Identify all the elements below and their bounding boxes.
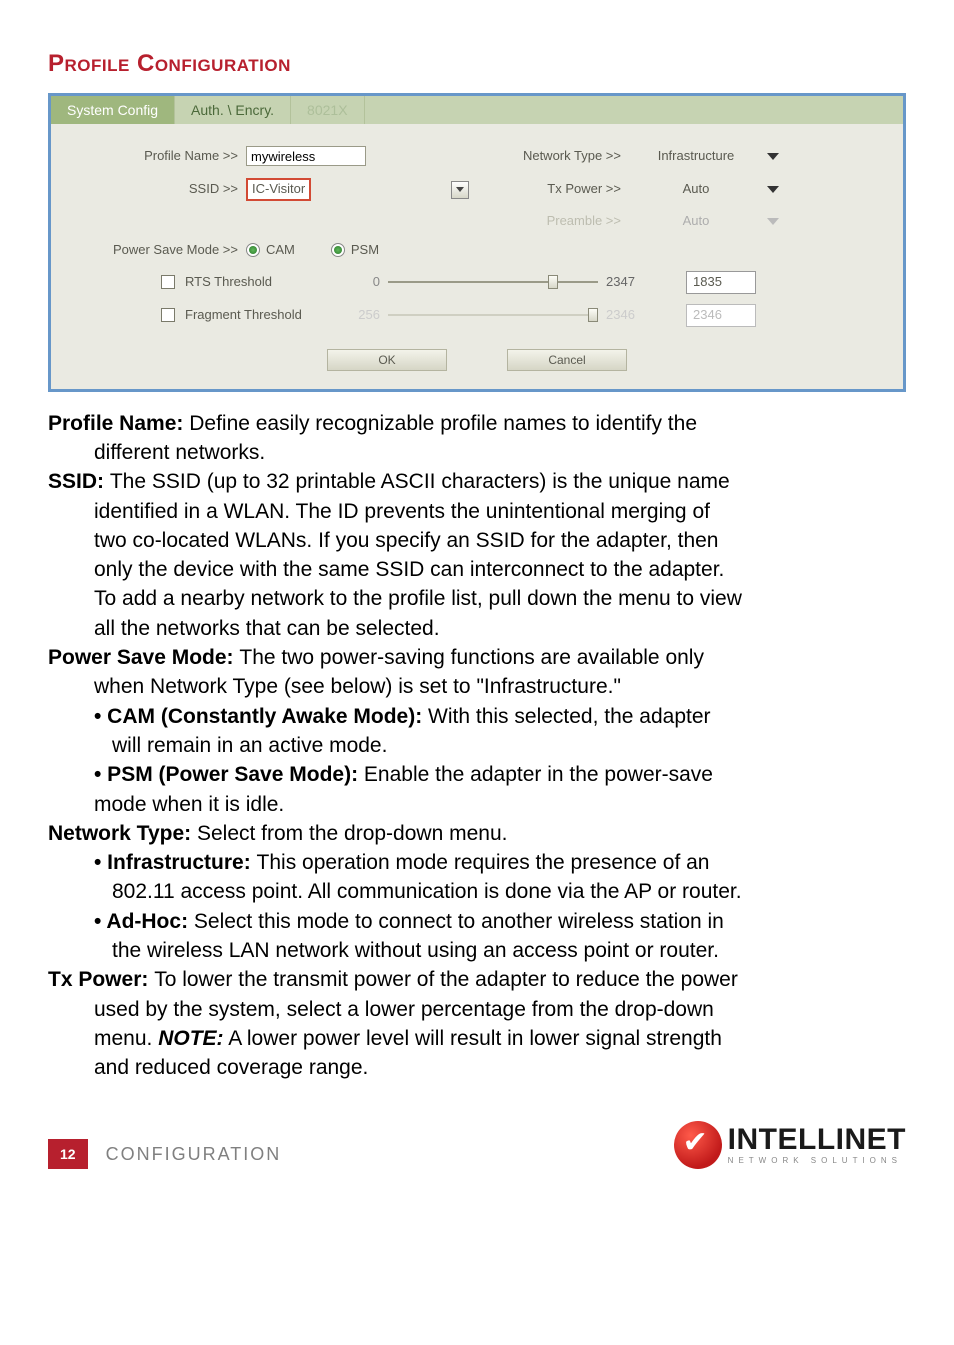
tab-auth-encry[interactable]: Auth. \ Encry. bbox=[175, 96, 291, 124]
frag-min: 256 bbox=[340, 307, 380, 324]
logo-subtext: NETWORK SOLUTIONS bbox=[728, 1157, 906, 1165]
frag-checkbox[interactable] bbox=[161, 308, 175, 322]
frag-value: 2346 bbox=[686, 304, 756, 327]
rts-slider[interactable] bbox=[388, 281, 598, 283]
cam-radio-label: CAM bbox=[266, 242, 295, 259]
cam-radio[interactable] bbox=[246, 243, 260, 257]
power-save-label: Power Save Mode >> bbox=[81, 242, 246, 259]
tab-bar: System Config Auth. \ Encry. 8021X bbox=[51, 96, 903, 124]
chevron-down-icon bbox=[767, 218, 779, 225]
preamble-value: Auto bbox=[641, 213, 751, 230]
tab-system-config[interactable]: System Config bbox=[51, 96, 175, 124]
rts-min: 0 bbox=[340, 274, 380, 291]
term-psm: Power Save Mode: bbox=[48, 646, 239, 669]
tab-8021x: 8021X bbox=[291, 96, 364, 124]
page-footer: 12 CONFIGURATION INTELLINET NETWORK SOLU… bbox=[48, 1121, 906, 1169]
footer-section: CONFIGURATION bbox=[106, 1143, 282, 1166]
rts-row: RTS Threshold 0 2347 1835 bbox=[161, 271, 873, 294]
term-ssid: SSID: bbox=[48, 470, 110, 493]
rts-value[interactable]: 1835 bbox=[686, 271, 756, 294]
check-icon bbox=[674, 1121, 722, 1169]
rts-label: RTS Threshold bbox=[185, 274, 340, 291]
frag-max: 2346 bbox=[606, 307, 656, 324]
psm-radio[interactable] bbox=[331, 243, 345, 257]
term-network-type: Network Type: bbox=[48, 822, 197, 845]
profile-name-label: Profile Name >> bbox=[81, 148, 246, 165]
frag-slider bbox=[388, 314, 598, 316]
term-profile-name: Profile Name: bbox=[48, 412, 189, 435]
rts-checkbox[interactable] bbox=[161, 275, 175, 289]
network-type-value[interactable]: Infrastructure bbox=[641, 148, 751, 165]
frag-row: Fragment Threshold 256 2346 2346 bbox=[161, 304, 873, 327]
ssid-input[interactable]: IC-Visitor bbox=[246, 178, 311, 201]
tx-power-value[interactable]: Auto bbox=[641, 181, 751, 198]
ok-button[interactable]: OK bbox=[327, 349, 447, 371]
brand-logo: INTELLINET NETWORK SOLUTIONS bbox=[674, 1121, 906, 1169]
preamble-label: Preamble >> bbox=[511, 213, 641, 230]
description-text: Profile Name: Define easily recognizable… bbox=[48, 410, 906, 1082]
frag-label: Fragment Threshold bbox=[185, 307, 340, 324]
config-panel: System Config Auth. \ Encry. 8021X Profi… bbox=[48, 93, 906, 391]
chevron-down-icon[interactable] bbox=[767, 186, 779, 193]
term-tx-power: Tx Power: bbox=[48, 968, 154, 991]
network-type-label: Network Type >> bbox=[511, 148, 641, 165]
logo-text: INTELLINET bbox=[728, 1125, 906, 1155]
tx-power-label: Tx Power >> bbox=[511, 181, 641, 198]
chevron-down-icon[interactable] bbox=[767, 153, 779, 160]
page-number-badge: 12 bbox=[48, 1139, 88, 1169]
slider-thumb[interactable] bbox=[548, 275, 558, 289]
ssid-dropdown-icon[interactable] bbox=[451, 181, 469, 199]
psm-radio-label: PSM bbox=[351, 242, 379, 259]
slider-thumb bbox=[588, 308, 598, 322]
profile-name-input[interactable] bbox=[246, 146, 366, 166]
page-title: Profile Configuration bbox=[48, 48, 906, 79]
ssid-label: SSID >> bbox=[81, 181, 246, 198]
cancel-button[interactable]: Cancel bbox=[507, 349, 627, 371]
rts-max: 2347 bbox=[606, 274, 656, 291]
